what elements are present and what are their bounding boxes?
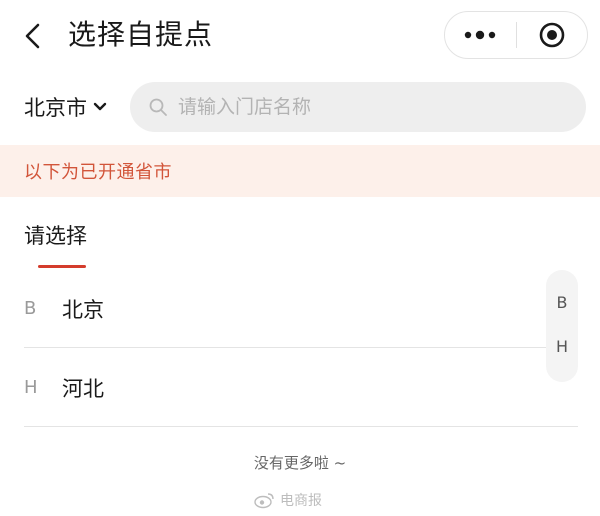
chevron-down-icon <box>93 102 107 112</box>
page-title: 选择自提点 <box>68 18 214 51</box>
tab-label: 请选择 <box>24 224 87 248</box>
list-item-hebei[interactable]: H 河北 <box>24 349 578 427</box>
search-input[interactable] <box>178 96 578 118</box>
tab-active-indicator <box>38 265 86 268</box>
alphabet-index-bar[interactable]: B H <box>546 270 578 382</box>
chevron-left-icon <box>25 23 40 49</box>
close-miniprogram-button[interactable] <box>517 12 588 58</box>
back-button[interactable] <box>18 20 48 52</box>
search-row: 北京市 <box>0 80 600 134</box>
city-label: 北京市 <box>24 96 87 120</box>
tab-please-select[interactable]: 请选择 <box>24 220 87 260</box>
city-selector[interactable]: 北京市 <box>24 88 107 126</box>
notice-banner: 以下为已开通省市 <box>0 145 600 197</box>
miniprogram-capsule <box>444 11 588 59</box>
watermark: 电商报 <box>254 490 322 510</box>
target-circle-icon <box>539 22 565 48</box>
list-letter: B <box>24 298 37 319</box>
list-name: 北京 <box>62 297 104 322</box>
search-box[interactable] <box>130 82 586 132</box>
no-more-text: 没有更多啦 ~ <box>253 454 347 472</box>
notice-text: 以下为已开通省市 <box>24 162 172 183</box>
more-button[interactable] <box>445 12 516 58</box>
list-letter: H <box>24 377 38 398</box>
list-item-beijing[interactable]: B 北京 <box>24 270 578 348</box>
watermark-text: 电商报 <box>280 493 322 509</box>
search-icon <box>148 96 170 118</box>
nav-bar: 选择自提点 <box>0 0 600 72</box>
list-name: 河北 <box>62 376 104 401</box>
more-dots-icon <box>465 30 496 40</box>
index-letter-b[interactable]: B <box>557 292 568 336</box>
index-letter-h[interactable]: H <box>556 336 568 380</box>
weibo-logo-icon <box>254 493 274 509</box>
